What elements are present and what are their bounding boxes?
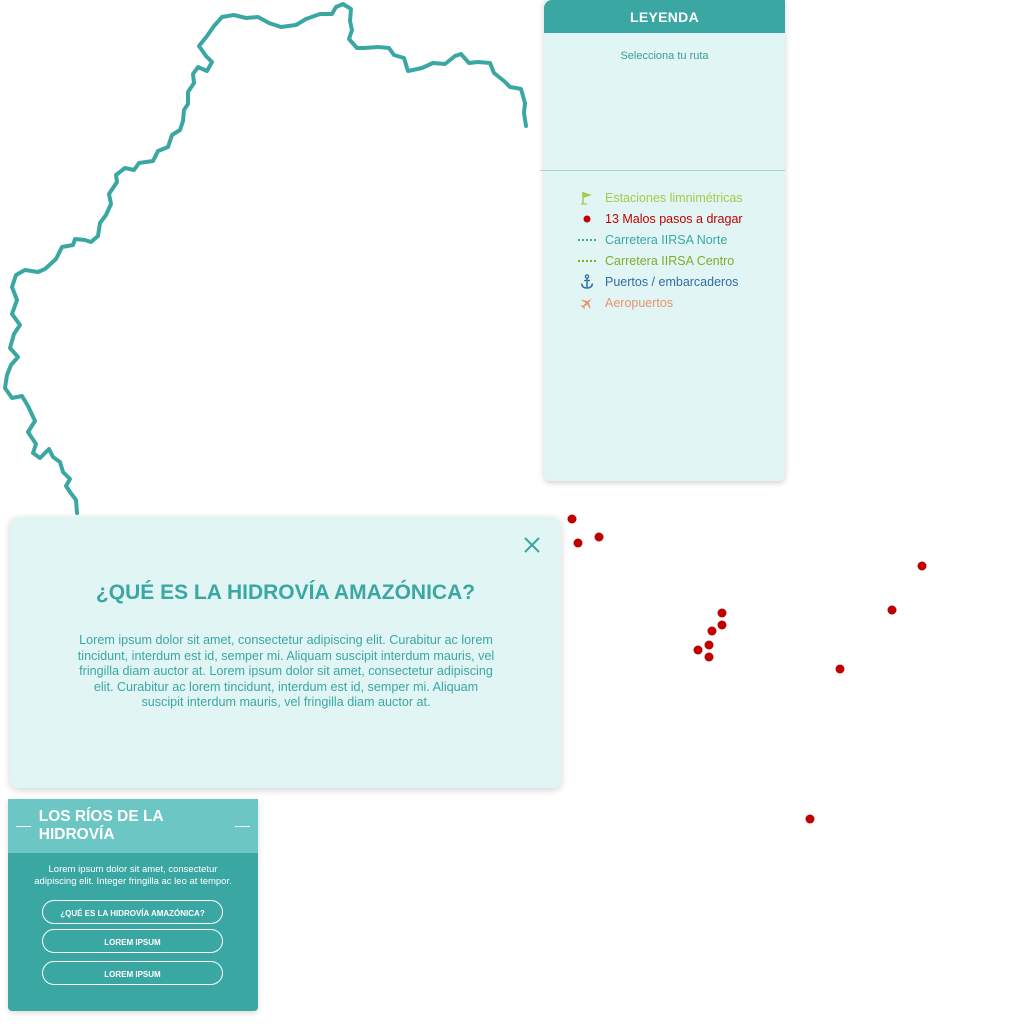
anchor-icon bbox=[578, 273, 596, 289]
rivers-header: LOS RÍOS DE LA HIDROVÍA bbox=[8, 799, 258, 853]
legend-item-label: Carretera IIRSA Norte bbox=[605, 232, 728, 247]
flag-icon bbox=[578, 191, 596, 205]
dredging-marker[interactable] bbox=[707, 626, 717, 636]
rivers-title: LOS RÍOS DE LA HIDROVÍA bbox=[38, 808, 164, 843]
legend-divider bbox=[540, 170, 785, 171]
rivers-description: Lorem ipsum dolor sit amet, consectetur … bbox=[34, 864, 232, 887]
lorem-ipsum-button-1[interactable]: LOREM IPSUM bbox=[42, 929, 223, 953]
info-modal: ¿QUÉ ES LA HIDROVÍA AMAZÓNICA? Lorem ips… bbox=[10, 517, 561, 788]
dredging-marker[interactable] bbox=[704, 640, 714, 650]
rivers-panel: LOS RÍOS DE LA HIDROVÍA Lorem ipsum dolo… bbox=[8, 799, 258, 1011]
dredging-marker[interactable] bbox=[704, 652, 714, 662]
dredging-marker[interactable] bbox=[887, 605, 897, 615]
dredging-marker[interactable] bbox=[717, 620, 727, 630]
legend-item-label: Carretera IIRSA Centro bbox=[605, 253, 735, 268]
legend-item-airports[interactable]: Aeropuertos bbox=[578, 292, 743, 313]
dredging-marker[interactable] bbox=[594, 532, 604, 542]
dotted-line-icon bbox=[578, 233, 596, 247]
header-dash bbox=[16, 825, 31, 827]
legend-item-dredging[interactable]: 13 Malos pasos a dragar bbox=[578, 208, 743, 229]
modal-title: ¿QUÉ ES LA HIDROVÍA AMAZÓNICA? bbox=[95, 581, 476, 604]
lorem-ipsum-button-2[interactable]: LOREM IPSUM bbox=[42, 961, 223, 985]
close-icon[interactable] bbox=[522, 535, 542, 555]
dredging-marker[interactable] bbox=[805, 814, 815, 824]
legend-item-label: Estaciones limnimétricas bbox=[605, 190, 743, 205]
legend-item-stations[interactable]: Estaciones limnimétricas bbox=[578, 187, 743, 208]
legend-item-label: 13 Malos pasos a dragar bbox=[605, 211, 743, 226]
dredging-marker[interactable] bbox=[573, 538, 583, 548]
modal-body-text: Lorem ipsum dolor sit amet, consectetur … bbox=[77, 633, 495, 710]
legend-item-ports[interactable]: Puertos / embarcaderos bbox=[578, 271, 743, 292]
river-path bbox=[3, 2, 528, 515]
red-dot-icon bbox=[578, 212, 596, 226]
dredging-marker[interactable] bbox=[717, 608, 727, 618]
dredging-marker[interactable] bbox=[917, 561, 927, 571]
dredging-marker[interactable] bbox=[693, 645, 703, 655]
legend-item-iirsa-norte[interactable]: Carretera IIRSA Norte bbox=[578, 229, 743, 250]
legend-item-label: Aeropuertos bbox=[605, 295, 674, 310]
header-dash bbox=[235, 825, 250, 827]
legend-item-iirsa-centro[interactable]: Carretera IIRSA Centro bbox=[578, 250, 743, 271]
dredging-markers bbox=[567, 514, 927, 824]
what-is-hidrovia-button[interactable]: ¿QUÉ ES LA HIDROVÍA AMAZÓNICA? bbox=[42, 900, 223, 924]
legend-item-label: Puertos / embarcaderos bbox=[605, 274, 739, 289]
dotted-line-icon bbox=[578, 254, 596, 268]
legend-panel: LEYENDA Selecciona tu ruta Estaciones li… bbox=[540, 0, 785, 481]
dredging-marker[interactable] bbox=[567, 514, 577, 524]
dredging-marker[interactable] bbox=[835, 664, 845, 674]
legend-list: Estaciones limnimétricas 13 Malos pasos … bbox=[578, 187, 743, 313]
legend-title: LEYENDA bbox=[544, 0, 785, 33]
plane-icon bbox=[578, 296, 596, 310]
route-selector[interactable]: Selecciona tu ruta bbox=[544, 50, 785, 62]
